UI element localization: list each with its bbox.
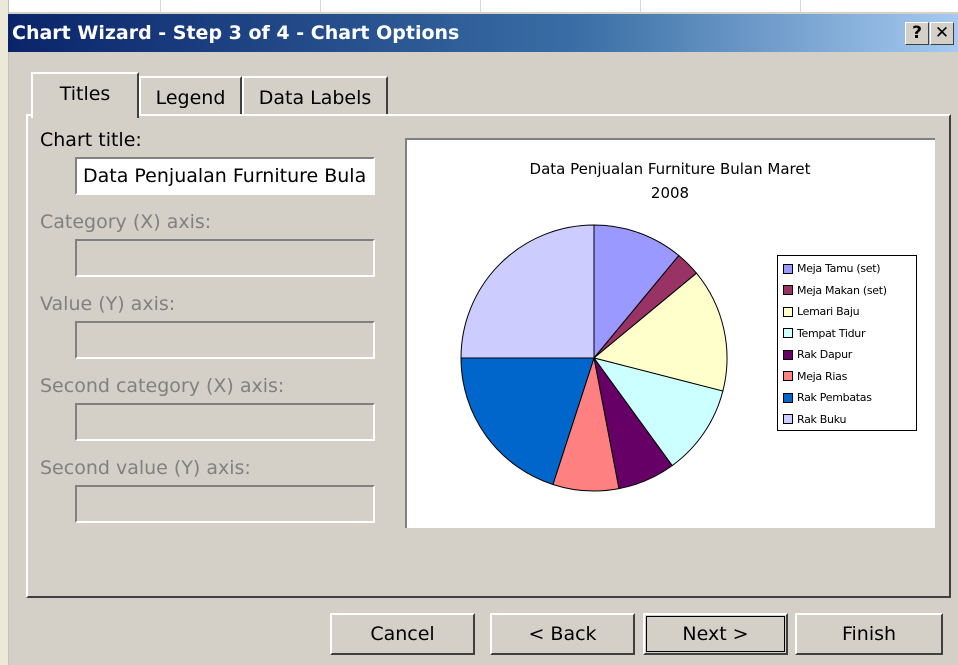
value-y-axis-label: Value (Y) axis: [40,293,176,315]
legend-item: Meja Tamu (set) [783,258,911,280]
chart-wizard-dialog: Chart Wizard - Step 3 of 4 - Chart Optio… [0,0,958,665]
second-value-y-axis-input [75,485,375,523]
value-y-axis-input [75,321,375,359]
next-button[interactable]: Next > [643,613,788,655]
chart-legend: Meja Tamu (set) Meja Makan (set) Lemari Ba… [777,255,917,431]
second-category-x-axis-input [75,403,375,441]
legend-swatch [783,349,793,360]
legend-label: Lemari Baju [797,305,860,319]
pie-slice-7 [460,224,595,359]
finish-button[interactable]: Finish [795,613,943,655]
chart-title-label: Chart title: [40,129,142,151]
cancel-button[interactable]: Cancel [330,613,475,655]
legend-label: Rak Dapur [797,348,852,362]
category-x-axis-input [75,239,375,277]
chart-title-input[interactable] [77,159,373,193]
legend-label: Meja Rias [797,369,848,383]
back-button[interactable]: < Back [490,613,635,655]
chart-title-line-1: Data Penjualan Furniture Bulan Maret [530,160,811,178]
legend-label: Meja Makan (set) [797,283,887,297]
legend-swatch [783,371,793,382]
category-x-axis-label: Category (X) axis: [40,211,212,233]
chart-title-field-box [75,157,375,195]
legend-item: Rak Buku [783,409,911,431]
second-value-y-axis-label: Second value (Y) axis: [40,457,251,479]
chart-title-line-2: 2008 [651,184,689,202]
legend-item: Rak Pembatas [783,387,911,409]
legend-swatch [783,392,793,403]
legend-swatch [783,414,793,425]
legend-swatch [783,328,793,339]
legend-label: Meja Tamu (set) [797,262,881,276]
legend-label: Tempat Tidur [797,326,866,340]
legend-item: Rak Dapur [783,344,911,366]
legend-swatch [783,285,793,296]
legend-item: Tempat Tidur [783,323,911,345]
second-category-x-axis-label: Second category (X) axis: [40,375,285,397]
pie-slices [460,224,728,492]
legend-swatch [783,306,793,317]
legend-item: Meja Rias [783,366,911,388]
chart-preview: Data Penjualan Furniture Bulan Maret 200… [405,138,935,528]
legend-swatch [783,263,793,274]
legend-label: Rak Buku [797,412,847,426]
legend-item: Lemari Baju [783,301,911,323]
legend-label: Rak Pembatas [797,391,872,405]
legend-item: Meja Makan (set) [783,280,911,302]
